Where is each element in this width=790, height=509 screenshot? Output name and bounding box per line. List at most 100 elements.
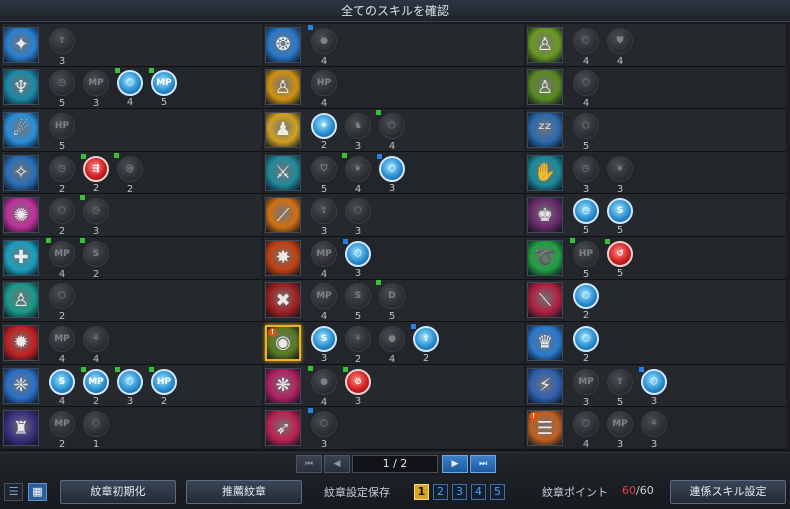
compass-burst-icon[interactable]: ✧ bbox=[3, 154, 39, 191]
pink-aura-icon[interactable]: ✺ bbox=[3, 197, 39, 234]
pink-sparks-icon[interactable]: ❋ bbox=[265, 367, 301, 404]
grid-view-icon[interactable]: ▦ bbox=[28, 483, 47, 501]
hp-icon[interactable]: HP 5 bbox=[49, 112, 75, 152]
reset-runes-button[interactable]: 紋章初期化 bbox=[60, 480, 176, 504]
shield-rune-icon[interactable]: ⬡ 3 bbox=[115, 366, 143, 407]
shield-rune-icon[interactable]: ⬡ 4 bbox=[573, 411, 599, 450]
mp-icon[interactable]: MP 3 bbox=[607, 411, 633, 450]
s-rune-icon[interactable]: S4 bbox=[49, 368, 75, 407]
boot-icon[interactable]: ♞ 3 bbox=[345, 112, 371, 152]
mp-icon[interactable]: MP 2 bbox=[81, 366, 109, 407]
mp-icon[interactable]: MP 3 bbox=[83, 70, 109, 109]
green-figure-icon[interactable]: ♙ bbox=[527, 69, 563, 106]
green-figure-icon[interactable]: ♙ bbox=[527, 26, 563, 63]
golden-trio-icon[interactable]: ♟ bbox=[265, 111, 301, 148]
shadow-duo-icon[interactable]: ♜ bbox=[3, 410, 39, 447]
up-arrow-icon[interactable]: ⇧ 5 bbox=[607, 368, 633, 408]
prev-page-button[interactable]: ◀ bbox=[324, 455, 350, 473]
heal-cross-icon[interactable]: ✚ bbox=[3, 239, 39, 276]
shield-rune-icon[interactable]: ⬡ 4 bbox=[115, 68, 143, 108]
shield-rune-icon[interactable]: ⬡ 3 bbox=[308, 408, 337, 450]
timer-icon[interactable]: ◷ 5 bbox=[49, 70, 75, 109]
hp-icon[interactable]: HP 2 bbox=[149, 366, 177, 407]
claw-icon[interactable]: ⚘ 3 bbox=[641, 411, 667, 450]
eye-sigil-icon[interactable]: ◉! bbox=[265, 324, 301, 361]
pink-dash-icon[interactable]: ➶ bbox=[265, 410, 301, 447]
preset-slot-3[interactable]: 3 bbox=[452, 484, 467, 500]
clock-back-icon[interactable]: ↺ 5 bbox=[605, 238, 633, 279]
timer-icon[interactable]: ◷ 3 bbox=[80, 195, 109, 237]
last-page-button[interactable]: ⏭ bbox=[470, 455, 496, 473]
explosion-icon[interactable]: ✸ bbox=[265, 239, 301, 276]
sleep-figure-icon[interactable]: ᶻᶻ bbox=[527, 111, 563, 148]
mp-icon[interactable]: MP 4 bbox=[311, 240, 337, 280]
s-rune-icon[interactable]: S5 bbox=[345, 283, 371, 322]
d-rune-icon[interactable]: D5 bbox=[376, 280, 405, 322]
preset-slot-5[interactable]: 5 bbox=[490, 484, 505, 500]
first-page-button[interactable]: ⏮ bbox=[296, 455, 322, 473]
shield-rune-icon[interactable]: ⬡ 3 bbox=[345, 198, 371, 237]
mp-icon[interactable]: MP 5 bbox=[149, 68, 177, 108]
chain-skill-settings-button[interactable]: 連係スキル設定 bbox=[670, 480, 786, 504]
swirl-icon[interactable]: @2 bbox=[114, 152, 143, 195]
mp-icon[interactable]: MP 4 bbox=[49, 325, 75, 365]
preset-slot-2[interactable]: 2 bbox=[433, 484, 448, 500]
flame-burst-icon[interactable]: ✹ bbox=[3, 324, 39, 361]
shield-rune-icon[interactable]: ⬡ 3 bbox=[343, 238, 371, 279]
up-arrow-icon[interactable]: ⇧ 3 bbox=[49, 27, 75, 67]
lightning-burst-icon[interactable]: ✦ bbox=[3, 26, 39, 63]
timer-icon[interactable]: ◷ 3 bbox=[573, 155, 599, 195]
s-rune-icon[interactable]: S5 bbox=[607, 198, 633, 236]
mp-icon[interactable]: MP 4 bbox=[46, 237, 75, 280]
preset-slot-4[interactable]: 4 bbox=[471, 484, 486, 500]
timer-icon[interactable]: ◷ 5 bbox=[573, 198, 599, 236]
armor-icon[interactable]: ⛊ 4 bbox=[607, 27, 633, 67]
shield-rune-icon[interactable]: ⬡ 4 bbox=[376, 109, 405, 152]
preset-slot-1[interactable]: 1 bbox=[414, 484, 429, 500]
orange-slash-icon[interactable]: ⟋ bbox=[265, 197, 301, 234]
slash-rune-icon[interactable]: ⊘ 3 bbox=[343, 366, 371, 407]
hp-icon[interactable]: HP 4 bbox=[311, 70, 337, 109]
wings-emblem-icon[interactable]: ❈ bbox=[3, 367, 39, 404]
spirit-figure-icon[interactable]: ♆ bbox=[3, 69, 39, 106]
shield-rune-icon[interactable]: ⬡ 2 bbox=[49, 283, 75, 322]
hp-icon[interactable]: HP 5 bbox=[570, 237, 599, 280]
next-page-button[interactable]: ▶ bbox=[442, 455, 468, 473]
s-rune-icon[interactable]: S2 bbox=[80, 237, 109, 280]
list-view-icon[interactable]: ☰ bbox=[4, 483, 23, 501]
claw-icon[interactable]: ⚘ 4 bbox=[83, 325, 109, 365]
shield-rune-icon[interactable]: ⬡ 2 bbox=[573, 283, 599, 321]
reach-hand-icon[interactable]: ✋ bbox=[527, 154, 563, 191]
shield-rune-icon[interactable]: ⬡ 4 bbox=[573, 27, 599, 67]
timer-icon[interactable]: ◷ 2 bbox=[49, 155, 75, 195]
runner-icon[interactable]: ⚔ bbox=[265, 154, 301, 191]
s-rune-icon[interactable]: S3 bbox=[311, 325, 337, 364]
mp-icon[interactable]: MP 2 bbox=[49, 411, 75, 450]
orb-icon[interactable]: ● 4 bbox=[379, 325, 405, 365]
teal-figure-icon[interactable]: ♙ bbox=[3, 282, 39, 319]
orb-icon[interactable]: ● 4 bbox=[308, 365, 337, 408]
mp-icon[interactable]: MP 3 bbox=[573, 368, 599, 408]
wings-icon[interactable]: ❦ 3 bbox=[607, 155, 633, 195]
shield-rune-icon[interactable]: ⬡ 5 bbox=[573, 112, 599, 152]
recommend-runes-button[interactable]: 推薦紋章 bbox=[186, 480, 302, 504]
orange-claw-icon[interactable]: ☰! bbox=[527, 410, 563, 447]
speed-icon[interactable]: ⇶ 2 bbox=[81, 153, 109, 194]
orb-icon[interactable]: ● 4 bbox=[308, 24, 337, 67]
shield-rune-icon[interactable]: ⬡ 3 bbox=[639, 366, 667, 407]
shield-rune-icon[interactable]: ⬡ 2 bbox=[49, 198, 75, 237]
guard-icon[interactable]: ⛉ 5 bbox=[311, 155, 337, 195]
target-icon[interactable]: ⌖ 2 bbox=[311, 112, 337, 151]
shield-rune-icon[interactable]: ⬡ 4 bbox=[573, 70, 599, 109]
shield-rune-icon[interactable]: ⬡ 2 bbox=[573, 325, 599, 364]
hand-wave-icon[interactable]: ☄ bbox=[3, 111, 39, 148]
up-arrow-icon[interactable]: ⇧ 3 bbox=[311, 198, 337, 237]
mp-icon[interactable]: MP 4 bbox=[311, 283, 337, 322]
claw-icon[interactable]: ⚘ 2 bbox=[345, 325, 371, 365]
green-swirl-icon[interactable]: ➰ bbox=[527, 239, 563, 276]
red-strike-icon[interactable]: ✖ bbox=[265, 282, 301, 319]
shield-rune-icon[interactable]: ⬡ 3 bbox=[377, 153, 405, 194]
angel-wings-icon[interactable]: ♛ bbox=[527, 324, 563, 361]
hp-up-icon[interactable]: ⇪ 2 bbox=[411, 323, 439, 364]
dark-warrior-icon[interactable]: ♚ bbox=[527, 197, 563, 234]
